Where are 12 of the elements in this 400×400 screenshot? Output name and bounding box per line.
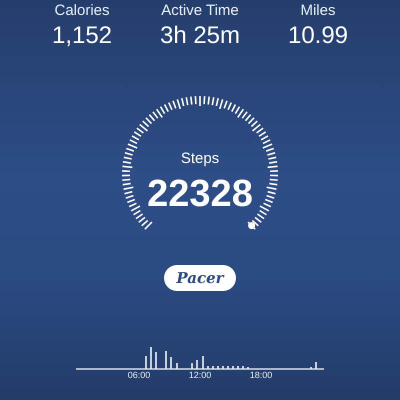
time-label: 12:00 (188, 370, 212, 380)
stat-value: 3h 25m (160, 22, 240, 50)
steps-label: Steps (180, 150, 220, 167)
stat-value: 1,152 (52, 22, 112, 50)
brand-logo: Pacer (164, 265, 236, 291)
stat-label: Active Time (161, 1, 239, 19)
steps-count: 22328 (147, 173, 253, 216)
stat-label: Calories (54, 1, 110, 19)
time-label: 18:00 (250, 370, 272, 380)
stat-label: Miles (300, 1, 336, 19)
time-label: 06:00 (128, 370, 150, 380)
stat-value: 10.99 (288, 22, 348, 50)
